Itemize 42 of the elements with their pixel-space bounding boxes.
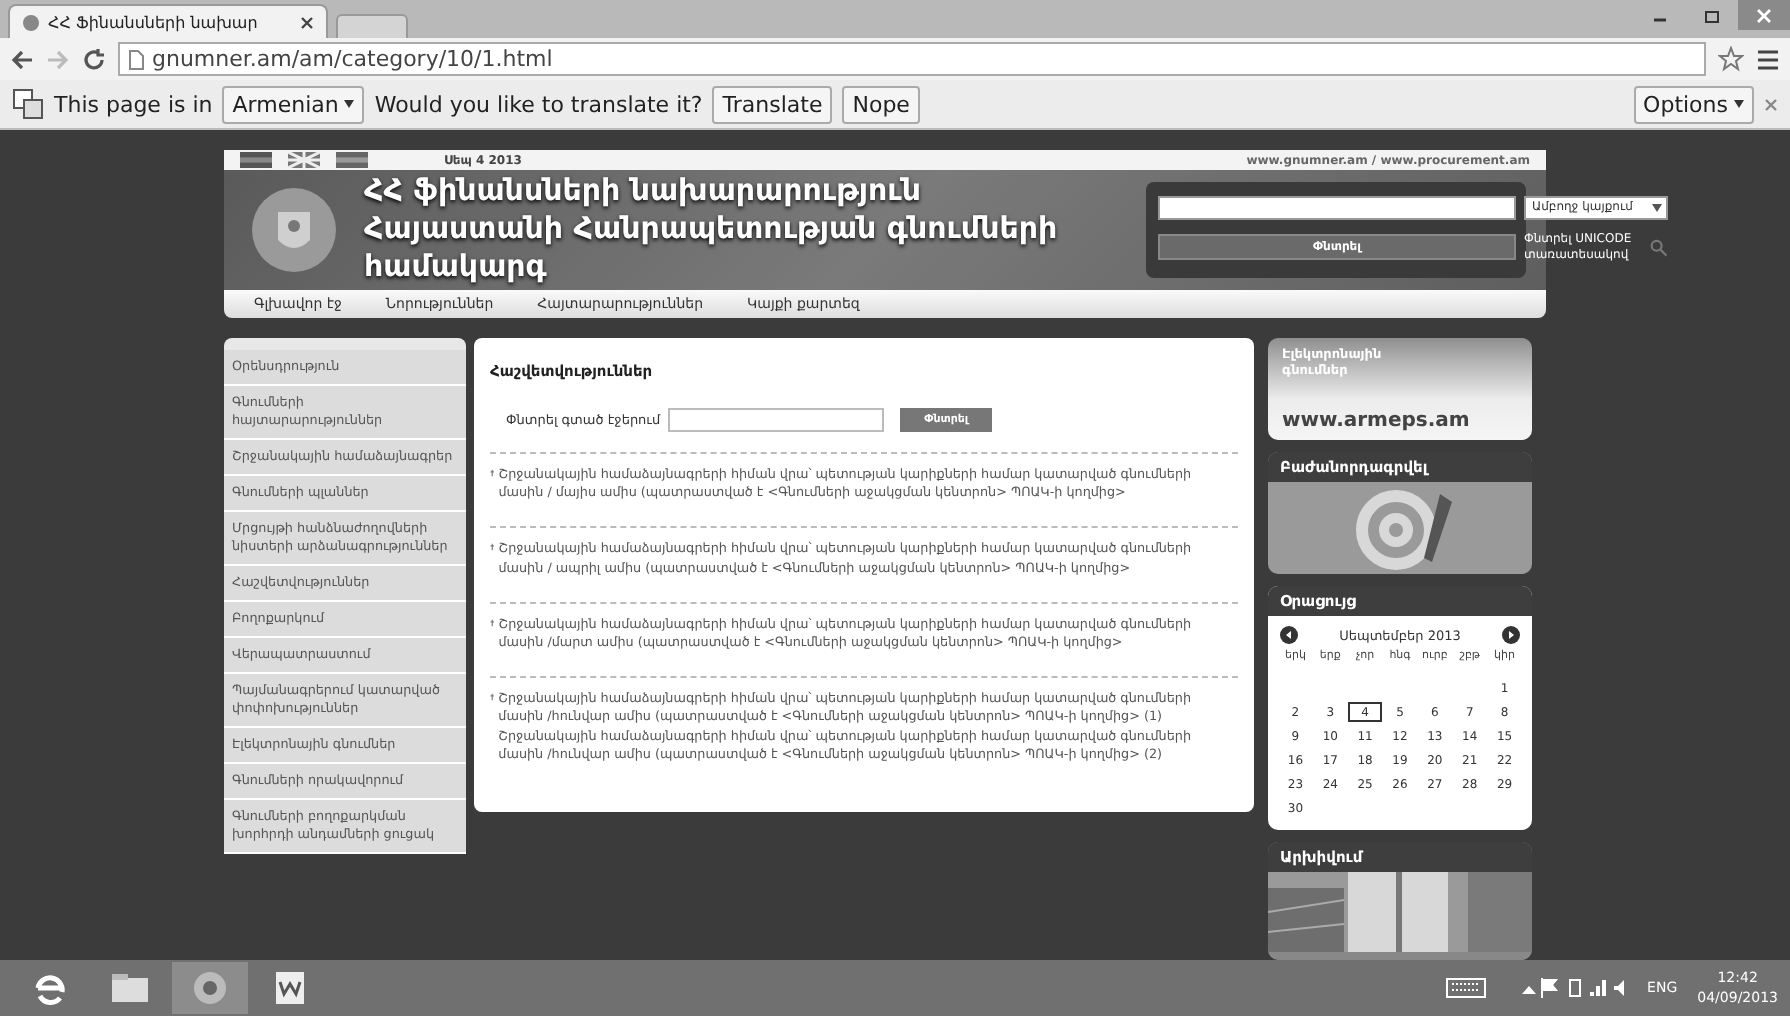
translate-bar-button[interactable]: Nope xyxy=(842,85,920,123)
restore-icon[interactable] xyxy=(1704,7,1720,23)
caret-icon xyxy=(1734,100,1744,108)
next-icon[interactable] xyxy=(1502,626,1520,644)
options-button[interactable]: Options xyxy=(1633,85,1754,123)
flag-icon[interactable] xyxy=(240,152,272,169)
page-icon xyxy=(128,49,144,69)
translate-bar-button[interactable]: Translate xyxy=(712,85,833,123)
back-icon[interactable] xyxy=(10,47,34,71)
search-field[interactable] xyxy=(668,408,885,432)
translate-question: Would you like to translate it? xyxy=(374,91,703,117)
search-field[interactable] xyxy=(1158,195,1516,220)
attachment-icon xyxy=(490,466,495,480)
translate-prompt: This page is in xyxy=(54,91,213,117)
device-icon[interactable] xyxy=(1563,978,1584,998)
address-bar[interactable]: gnumner.am/am/category/10/1.html xyxy=(118,42,1706,76)
keyboard-icon[interactable] xyxy=(1445,978,1486,998)
previous-icon[interactable] xyxy=(1280,626,1298,644)
browser-icon[interactable] xyxy=(192,970,228,1006)
emblem-icon xyxy=(22,13,40,31)
flag-icon[interactable] xyxy=(336,152,368,169)
attachment-icon xyxy=(490,615,495,630)
reload-icon[interactable] xyxy=(82,47,106,71)
star-icon[interactable] xyxy=(1718,46,1744,72)
tab-title: ՀՀ Ֆինանսների նախար xyxy=(48,13,260,31)
flag-icon[interactable] xyxy=(288,152,320,169)
document-icon[interactable] xyxy=(272,970,308,1006)
banner-url: www.armeps.am xyxy=(1282,410,1472,432)
language-select[interactable]: Armenian xyxy=(222,85,365,123)
menu-icon[interactable] xyxy=(1756,49,1780,69)
close-icon[interactable] xyxy=(300,15,314,29)
site-title: ՀՀ ֆինանսների նախարարություն xyxy=(364,172,924,211)
folder-icon[interactable] xyxy=(110,972,150,1004)
browser-tab[interactable]: ՀՀ Ֆինանսների նախար xyxy=(8,4,328,38)
attachment-icon xyxy=(490,690,495,705)
signal-icon[interactable] xyxy=(1587,978,1608,998)
translate-icon xyxy=(12,88,44,120)
attachment-icon xyxy=(490,540,495,555)
site-title: համակարգ xyxy=(364,248,549,287)
up-caret-icon[interactable] xyxy=(1521,983,1536,993)
caret-icon xyxy=(344,100,355,108)
site-title: Հայաստանի Հանրապետության գնումների xyxy=(364,210,1060,249)
